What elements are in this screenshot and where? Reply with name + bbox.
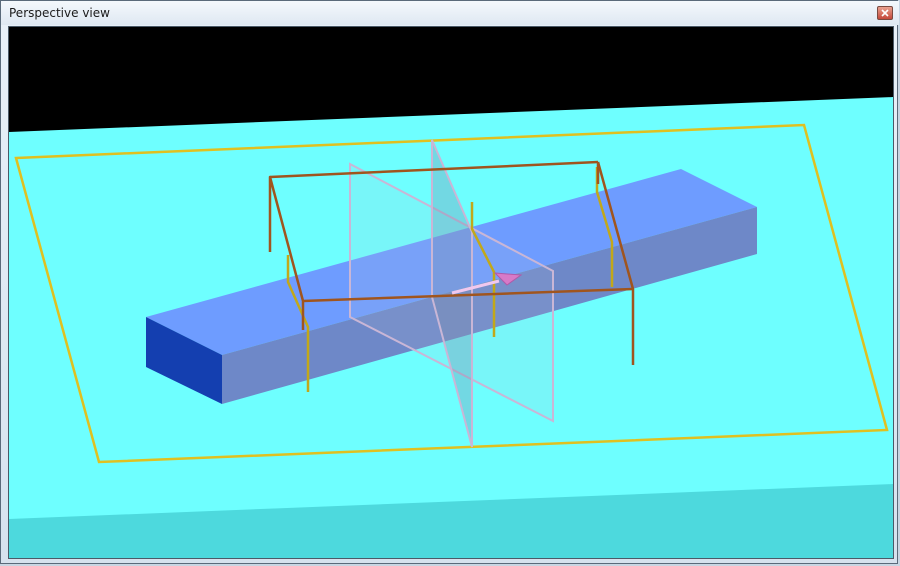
3d-viewport[interactable] [8,26,894,559]
title-bar[interactable]: Perspective view [1,1,899,25]
perspective-view-window: Perspective view [0,0,899,564]
close-button[interactable] [877,6,893,20]
window-title: Perspective view [9,6,110,20]
scene-canvas[interactable] [9,27,894,559]
close-icon [881,9,889,17]
